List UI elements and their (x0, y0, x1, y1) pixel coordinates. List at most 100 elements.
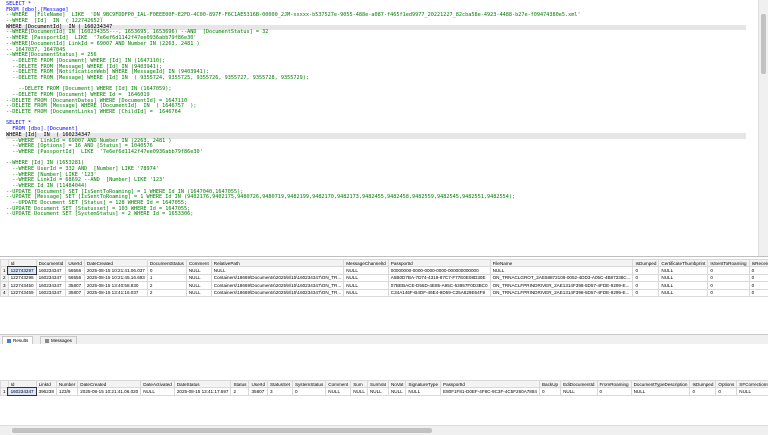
column-header[interactable]: Options (716, 381, 737, 388)
table-cell[interactable]: NULL (737, 388, 768, 395)
table-cell[interactable]: NULL (141, 388, 175, 395)
table-cell[interactable]: 2025-08-15 10:21:41.06.037 (84, 267, 147, 274)
row-number[interactable]: 3 (1, 282, 9, 289)
column-header[interactable]: DateCreated (78, 381, 141, 388)
column-header[interactable]: UserId (66, 260, 85, 267)
column-header[interactable]: UserId (249, 381, 268, 388)
table-cell[interactable]: A5B0D7BA-7D74-4319-87C7-F77E0E08D30E (388, 274, 490, 281)
column-header[interactable]: DateStatus (174, 381, 231, 388)
table-cell[interactable]: Containers\18669\Documents\2025\8\15\160… (211, 282, 343, 289)
table-cell[interactable]: 0 (690, 388, 716, 395)
table-cell[interactable]: NULL (344, 289, 389, 296)
column-header[interactable]: StatusSet (268, 381, 293, 388)
editor-scroll-thumb[interactable] (761, 14, 766, 74)
table-cell[interactable]: NULL (367, 388, 388, 395)
table-cell[interactable]: 00000000-0000-0000-0000-000000000000 (388, 267, 490, 274)
table-row[interactable]: 4122743459160234347358072025-08-15 13:41… (1, 289, 768, 296)
column-header[interactable]: DocumentId (36, 260, 66, 267)
table-cell[interactable]: NULL (388, 388, 405, 395)
column-header[interactable]: SystemStatus (292, 381, 325, 388)
editor-vertical-scrollbar[interactable] (758, 0, 768, 268)
table-cell[interactable]: NULL (490, 267, 633, 274)
table-cell[interactable]: 0 (633, 282, 659, 289)
table-cell[interactable]: 2025-08-15 13:41:17.597 (174, 388, 231, 395)
column-header[interactable]: Sum (351, 381, 368, 388)
column-header[interactable]: IsDumped (690, 381, 716, 388)
column-header[interactable]: Id (8, 381, 36, 388)
column-header[interactable]: EdiDocumentId (561, 381, 597, 388)
table-cell[interactable]: 0 (708, 267, 749, 274)
table-cell[interactable]: 160234347 (36, 282, 66, 289)
sql-code[interactable]: SELECT *FROM [dbo].[Message]--WHERE [Fil… (6, 2, 746, 218)
row-number[interactable]: 4 (1, 289, 9, 296)
table-cell[interactable]: 2 (231, 388, 249, 395)
column-header[interactable]: IsSentToRoaming (708, 260, 749, 267)
column-header[interactable]: PassportId (441, 381, 540, 388)
table-cell[interactable]: NULL (344, 274, 389, 281)
table-cell[interactable]: 0 (633, 267, 659, 274)
table-cell[interactable]: 35807 (249, 388, 268, 395)
table-cell[interactable]: 160234347 (36, 267, 66, 274)
table-cell[interactable]: 1 (147, 274, 186, 281)
table-cell[interactable]: 160234347 (36, 274, 66, 281)
table-cell[interactable]: NULL (326, 388, 351, 395)
column-header[interactable]: IsDumped (633, 260, 659, 267)
row-number[interactable]: 2 (1, 274, 9, 281)
sql-editor[interactable]: SELECT *FROM [dbo].[Message]--WHERE [Fil… (0, 0, 768, 269)
column-header[interactable]: FileName (490, 260, 633, 267)
table-cell[interactable]: 2025-08-15 13:41:16.037 (84, 289, 147, 296)
table-cell[interactable]: 0 (749, 289, 768, 296)
column-header[interactable]: Status (231, 381, 249, 388)
column-header[interactable]: Comment (326, 381, 351, 388)
grid-corner[interactable] (1, 381, 9, 388)
table-cell[interactable]: 122743297 (8, 267, 36, 274)
table-cell[interactable]: 0 (292, 388, 325, 395)
table-cell[interactable]: 122743450 (8, 282, 36, 289)
table-cell[interactable]: 0 (633, 289, 659, 296)
column-header[interactable]: DocumentTypeDescription (631, 381, 690, 388)
table-cell[interactable]: 0 (597, 388, 631, 395)
table-cell[interactable]: Containers\18669\Documents\2025\8\15\160… (211, 289, 343, 296)
table-cell[interactable]: 0 (539, 388, 560, 395)
column-header[interactable]: BackUp (539, 381, 560, 388)
table-cell[interactable]: NULL (631, 388, 690, 395)
column-header[interactable]: IsReceivedFromRoaming (749, 260, 768, 267)
table-cell[interactable]: NULL (344, 282, 389, 289)
table-cell[interactable]: 123/9 (56, 388, 77, 395)
row-number[interactable]: 1 (1, 267, 9, 274)
table-row[interactable]: 2122743298160234347565562025-08-15 10:21… (1, 274, 768, 281)
column-header[interactable]: Number (56, 381, 77, 388)
tab-messages[interactable]: Messages (40, 336, 77, 344)
table-cell[interactable]: 160234347 (8, 388, 36, 395)
table-cell[interactable]: NULL (186, 282, 211, 289)
table-cell[interactable]: 0 (708, 289, 749, 296)
table-cell[interactable]: NULL (351, 388, 368, 395)
table-cell[interactable]: NULL (186, 289, 211, 296)
table-cell[interactable]: 2 (147, 282, 186, 289)
table-cell[interactable]: C34A146F-B4DF-46E4-9D59-C25A829E64F9 (388, 289, 490, 296)
table-cell[interactable]: E80F1F81-D0EF-4F8C-9C3F-4C5F260A7884 (441, 388, 540, 395)
column-header[interactable]: SFCorrectionId (737, 381, 768, 388)
table-cell[interactable]: NULL (186, 274, 211, 281)
column-header[interactable]: NoVat (388, 381, 405, 388)
table-cell[interactable]: 0 (749, 282, 768, 289)
table-row[interactable]: 1122743297160234347565562025-08-15 10:21… (1, 267, 768, 274)
column-header[interactable]: Comment (186, 260, 211, 267)
table-row[interactable]: 1160234347396238123/92025-08-15 10:21:41… (1, 388, 768, 395)
table-cell[interactable]: 35807 (66, 282, 85, 289)
horizontal-scroll-thumb[interactable] (12, 428, 432, 433)
table-cell[interactable]: NULL (659, 267, 708, 274)
table-cell[interactable]: 0 (708, 282, 749, 289)
table-cell[interactable]: 396238 (36, 388, 56, 395)
column-header[interactable]: SumVat (367, 381, 388, 388)
table-cell[interactable]: 07BEBACE-D55D-4E85-A95C-53957F0D3BC0 (388, 282, 490, 289)
table-cell[interactable]: Containers\18669\Documents\2025\8\15\160… (211, 274, 343, 281)
table-cell[interactable]: 2025-08-15 10:21:45.16.693 (84, 274, 147, 281)
table-cell[interactable]: NULL (186, 267, 211, 274)
table-cell[interactable]: 0 (716, 388, 737, 395)
tab-results[interactable]: Results (2, 336, 33, 344)
row-number[interactable]: 1 (1, 388, 9, 395)
column-header[interactable]: RelativePath (211, 260, 343, 267)
table-cell[interactable]: NULL (406, 388, 441, 395)
table-cell[interactable]: ON_TRNACLFPRINDRIVER_2AE1314F398-5D57-4F… (490, 289, 633, 296)
